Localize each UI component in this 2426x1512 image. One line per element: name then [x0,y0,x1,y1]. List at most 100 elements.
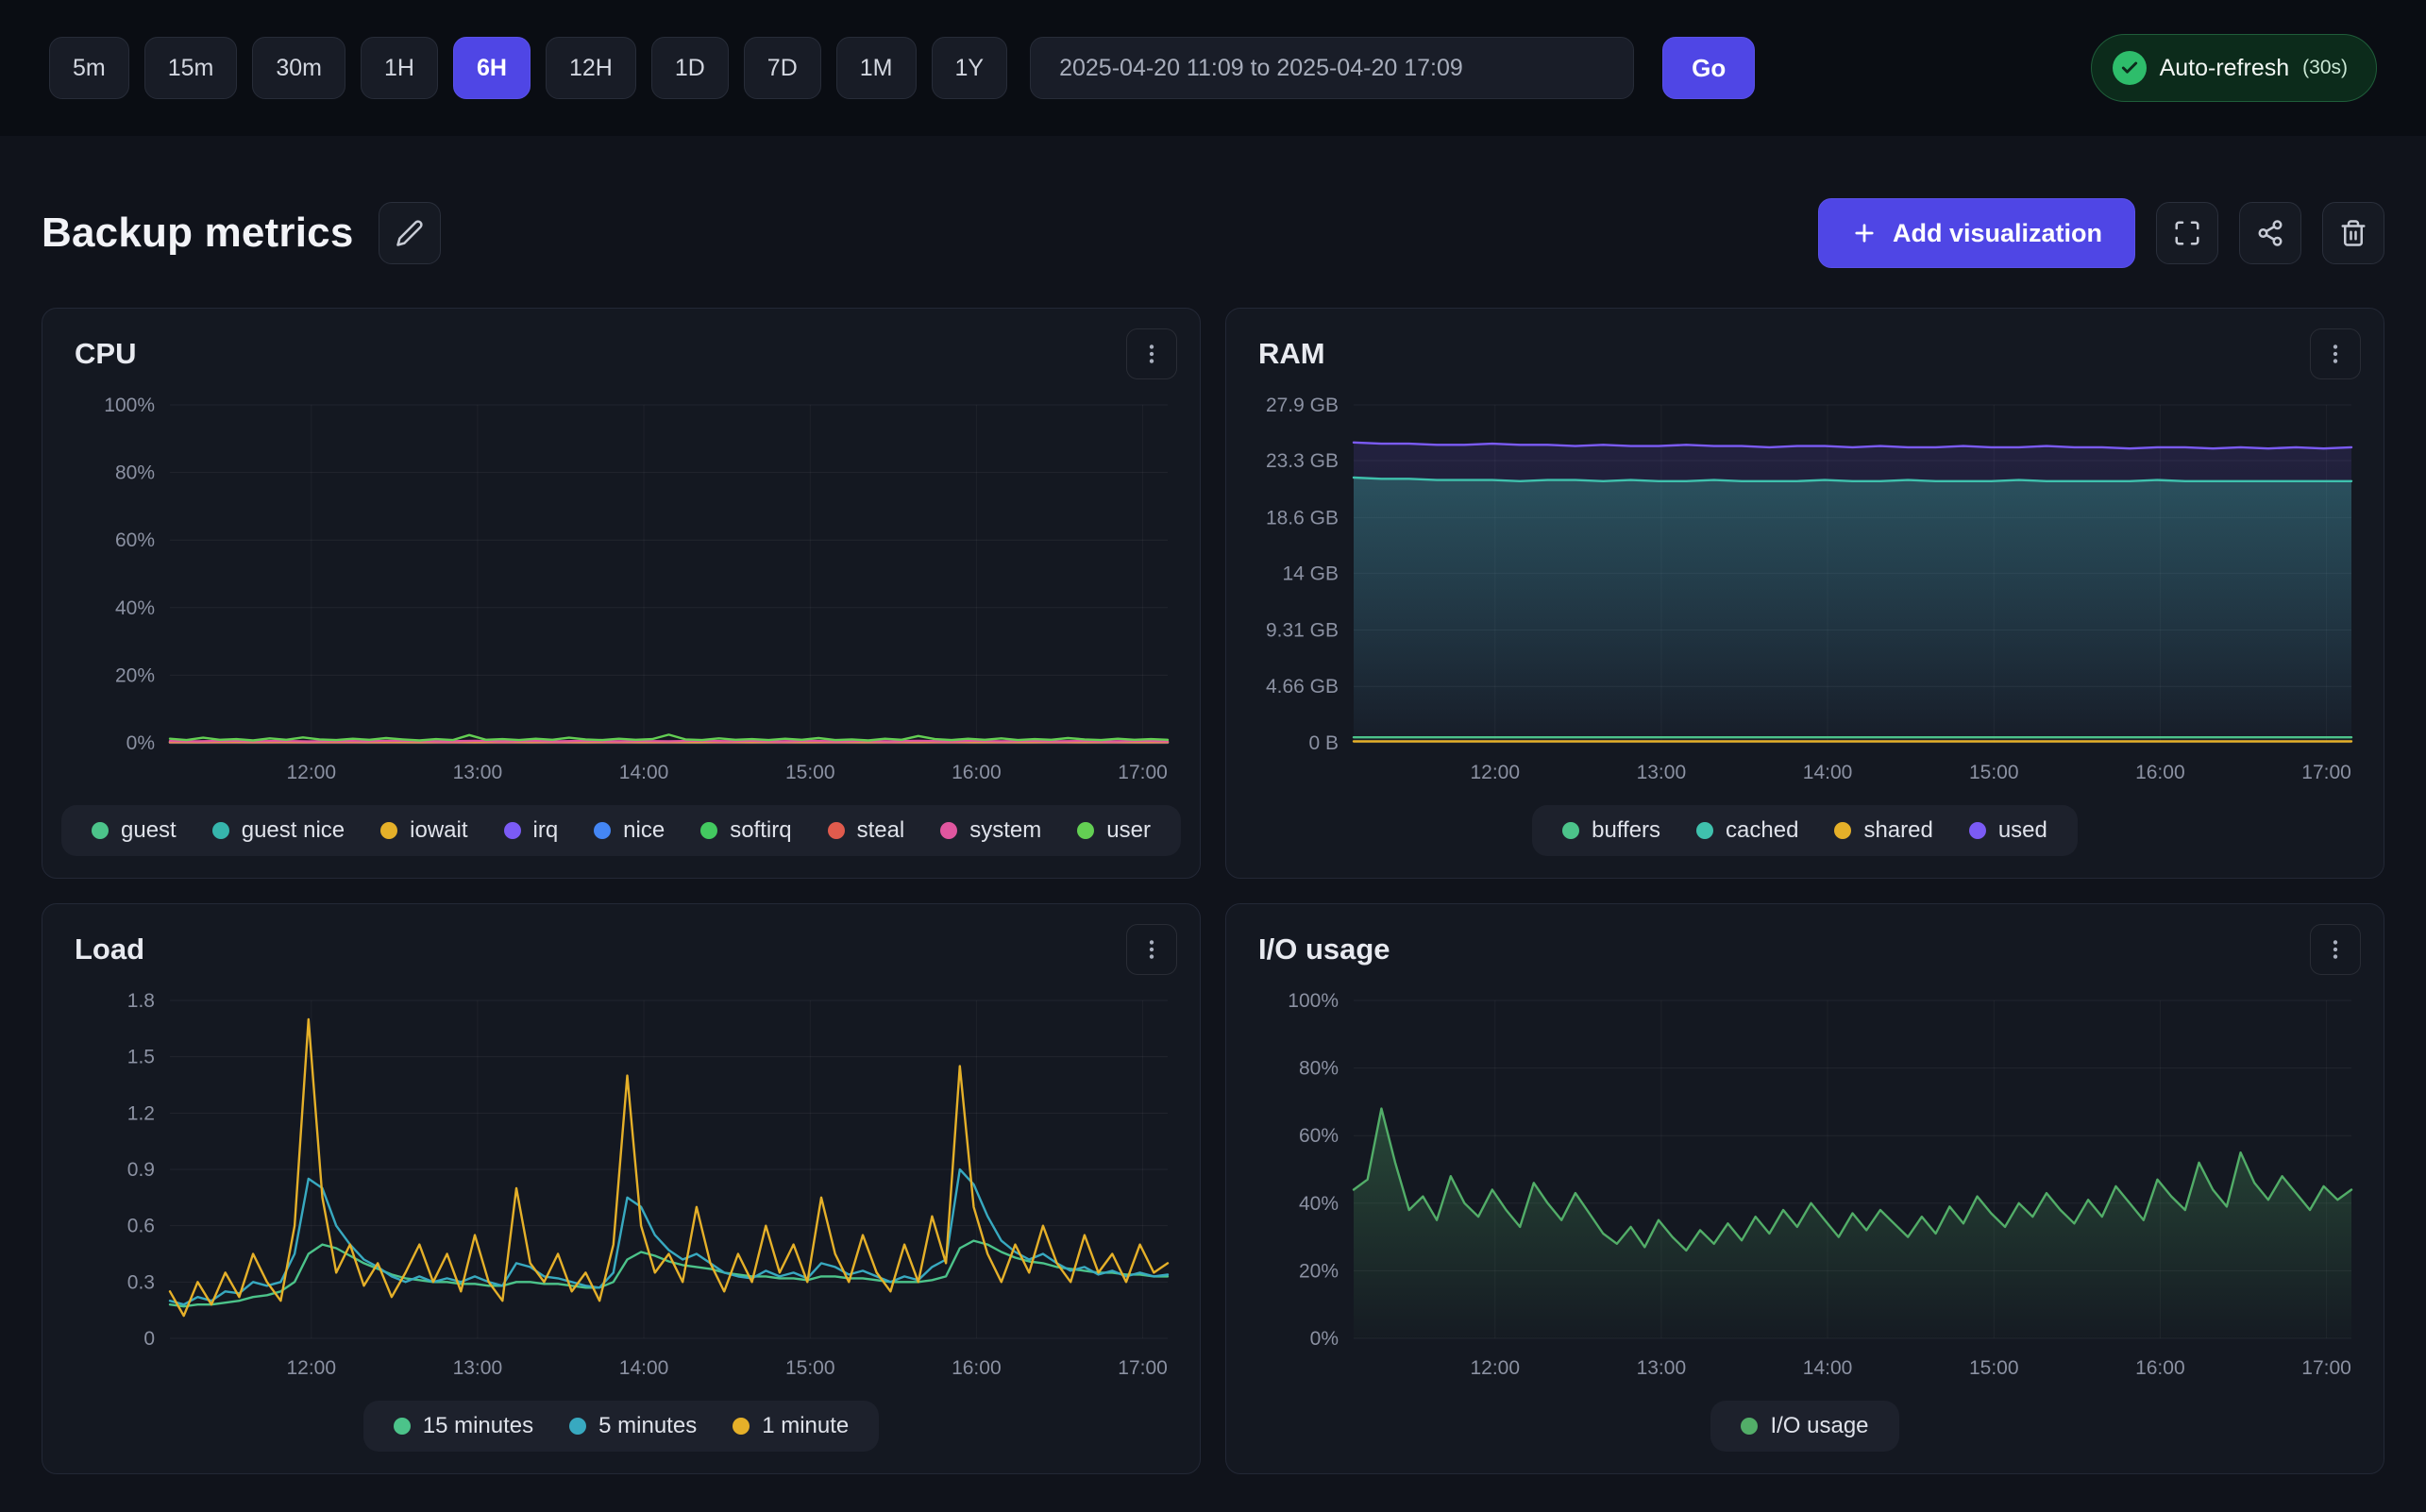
kebab-menu-icon [2323,342,2348,366]
svg-text:40%: 40% [1299,1193,1339,1215]
io-chart-svg: 0%20%40%60%80%100%12:0013:0014:0015:0016… [1226,985,2384,1391]
svg-text:16:00: 16:00 [2135,762,2185,783]
panel-io: I/O usage 0%20%40%60%80%100%12:0013:0014… [1225,903,2384,1474]
legend-item-guest-nice[interactable]: guest nice [212,817,345,844]
panels-grid: CPU 0%20%40%60%80%100%12:0013:0014:0015:… [0,308,2426,1474]
svg-text:15:00: 15:00 [1969,1357,2019,1379]
auto-refresh-interval: (30s) [2302,57,2348,79]
legend-item-5-minutes[interactable]: 5 minutes [569,1413,697,1439]
legend-label: buffers [1592,817,1660,844]
svg-text:0.6: 0.6 [127,1216,155,1237]
svg-text:4.66 GB: 4.66 GB [1266,676,1339,697]
panel-io-menu-button[interactable] [2310,924,2361,975]
panel-cpu-menu-button[interactable] [1126,328,1177,379]
range-button-6h[interactable]: 6H [453,37,531,99]
range-button-5m[interactable]: 5m [49,37,129,99]
ram-chart-svg: 0 B4.66 GB9.31 GB14 GB18.6 GB23.3 GB27.9… [1226,390,2384,796]
svg-text:9.31 GB: 9.31 GB [1266,620,1339,642]
legend-label: guest nice [242,817,345,844]
range-button-7d[interactable]: 7D [744,37,821,99]
edit-title-button[interactable] [379,202,441,264]
range-button-1y[interactable]: 1Y [932,37,1008,99]
svg-text:13:00: 13:00 [453,1357,503,1379]
cpu-chart: 0%20%40%60%80%100%12:0013:0014:0015:0016… [42,390,1200,796]
add-visualization-button[interactable]: Add visualization [1818,198,2135,268]
svg-text:1.8: 1.8 [127,990,155,1012]
legend-item-irq[interactable]: irq [504,817,559,844]
legend-item-buffers[interactable]: buffers [1562,817,1660,844]
legend-dot-icon [380,822,397,839]
panel-load-menu-button[interactable] [1126,924,1177,975]
load-legend-row: 15 minutes 5 minutes 1 minute [42,1391,1200,1473]
legend-label: I/O usage [1770,1413,1868,1439]
svg-text:15:00: 15:00 [1969,762,2019,783]
legend-dot-icon [828,822,845,839]
load-chart: 00.30.60.91.21.51.812:0013:0014:0015:001… [42,985,1200,1391]
share-button[interactable] [2239,202,2301,264]
legend-dot-icon [504,822,521,839]
fullscreen-button[interactable] [2156,202,2218,264]
panel-ram-header: RAM [1226,309,2384,390]
range-button-15m[interactable]: 15m [144,37,238,99]
panel-ram-menu-button[interactable] [2310,328,2361,379]
svg-text:18.6 GB: 18.6 GB [1266,507,1339,529]
legend-label: used [1998,817,2047,844]
svg-text:12:00: 12:00 [1470,1357,1520,1379]
legend-dot-icon [940,822,957,839]
legend-item-nice[interactable]: nice [594,817,665,844]
kebab-menu-icon [2323,937,2348,962]
legend-item-i-o-usage[interactable]: I/O usage [1741,1413,1868,1439]
panel-cpu-header: CPU [42,309,1200,390]
legend-item-shared[interactable]: shared [1834,817,1932,844]
range-button-12h[interactable]: 12H [546,37,636,99]
legend-dot-icon [1741,1418,1758,1435]
legend-item-used[interactable]: used [1969,817,2047,844]
legend-dot-icon [1562,822,1579,839]
legend-item-softirq[interactable]: softirq [700,817,791,844]
fullscreen-icon [2173,219,2201,247]
range-button-1m[interactable]: 1M [836,37,917,99]
range-button-1h[interactable]: 1H [361,37,438,99]
legend-dot-icon [1077,822,1094,839]
legend-item-1-minute[interactable]: 1 minute [733,1413,849,1439]
svg-text:17:00: 17:00 [2301,762,2351,783]
dashboard-page: 5m15m30m 1H6H12H1D7D1M1Y 2025-04-20 11:09… [0,0,2426,1512]
range-button-30m[interactable]: 30m [252,37,345,99]
legend-item-cached[interactable]: cached [1696,817,1798,844]
legend-label: guest [121,817,177,844]
legend-item-guest[interactable]: guest [92,817,177,844]
svg-text:16:00: 16:00 [952,1357,1002,1379]
legend-item-user[interactable]: user [1077,817,1151,844]
delete-dashboard-button[interactable] [2322,202,2384,264]
svg-text:0%: 0% [1310,1328,1339,1350]
legend-item-steal[interactable]: steal [828,817,905,844]
svg-text:13:00: 13:00 [453,762,503,783]
auto-refresh-toggle[interactable]: Auto-refresh (30s) [2091,34,2377,102]
legend-dot-icon [594,822,611,839]
pencil-icon [396,219,424,247]
svg-text:20%: 20% [1299,1260,1339,1282]
panel-ram-title: RAM [1258,337,1325,371]
legend-label: 1 minute [762,1413,849,1439]
date-range-input[interactable]: 2025-04-20 11:09 to 2025-04-20 17:09 [1030,37,1634,99]
io-chart: 0%20%40%60%80%100%12:0013:0014:0015:0016… [1226,985,2384,1391]
svg-text:20%: 20% [115,664,155,686]
auto-refresh-label: Auto-refresh [2160,55,2290,82]
svg-text:80%: 80% [115,462,155,484]
legend-item-iowait[interactable]: iowait [380,817,467,844]
legend-item-15-minutes[interactable]: 15 minutes [394,1413,533,1439]
svg-text:1.2: 1.2 [127,1102,155,1124]
cpu-legend: guest guest nice iowait irq nice softirq steal… [61,805,1181,856]
legend-item-system[interactable]: system [940,817,1041,844]
go-button[interactable]: Go [1662,37,1755,99]
svg-text:0: 0 [143,1328,155,1350]
ram-legend: buffers cached shared used [1532,805,2078,856]
svg-text:14:00: 14:00 [1803,762,1853,783]
svg-text:17:00: 17:00 [1118,1357,1168,1379]
svg-text:23.3 GB: 23.3 GB [1266,450,1339,472]
panel-cpu: CPU 0%20%40%60%80%100%12:0013:0014:0015:… [42,308,1201,879]
legend-label: nice [623,817,665,844]
svg-text:40%: 40% [115,597,155,619]
range-button-1d[interactable]: 1D [651,37,729,99]
svg-text:17:00: 17:00 [1118,762,1168,783]
